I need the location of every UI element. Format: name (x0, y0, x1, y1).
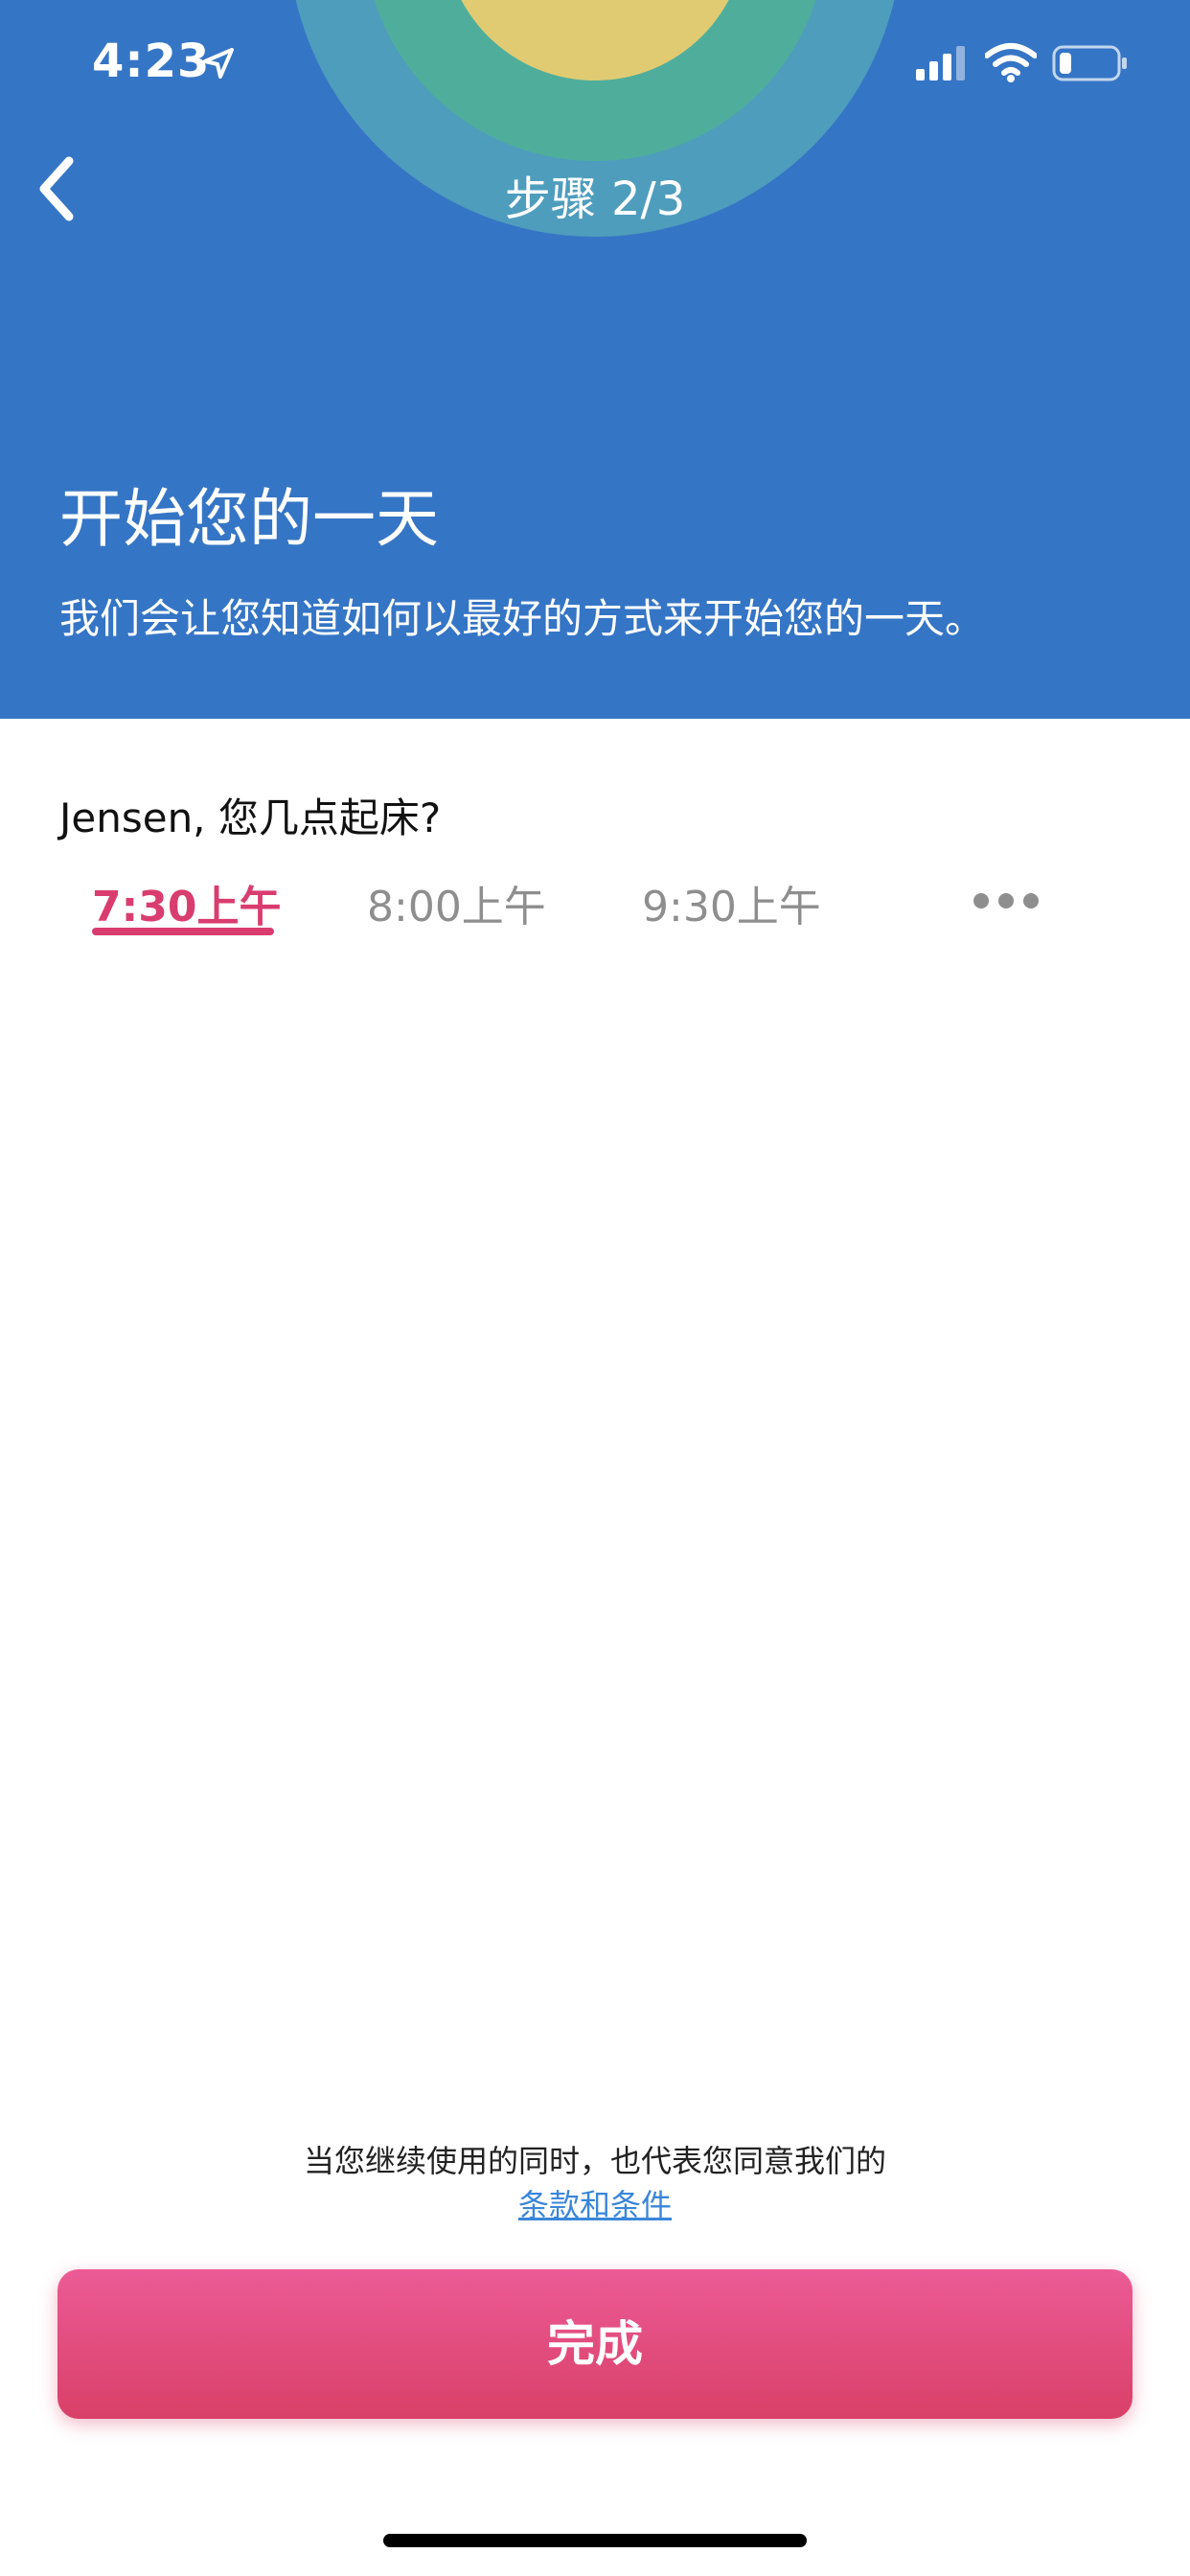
selected-underline (92, 928, 274, 935)
terms-notice: 当您继续使用的同时，也代表您同意我们的 (303, 2143, 886, 2179)
time-option-930[interactable]: 9:30上午 (642, 872, 821, 933)
status-time: 4:23 (92, 34, 211, 88)
location-arrow-icon (203, 48, 234, 79)
time-option-800[interactable]: 8:00上午 (367, 872, 546, 933)
battery-icon (1052, 45, 1127, 81)
terms-link-row: 条款和条件 (0, 2181, 1190, 2225)
step-title: 步骤 2/3 (504, 172, 686, 226)
wake-time-question: Jensen, 您几点起床? (59, 794, 442, 841)
page-subtitle: 我们会让您知道如何以最好的方式来开始您的一天。 (59, 595, 986, 642)
terms-link[interactable]: 条款和条件 (518, 2187, 672, 2223)
status-bar: 4:23 (0, 0, 1190, 126)
header-banner: 4:23 步骤 2/3 开始您的一天 我们会让您知道如何以最好的方式来开始您的一… (0, 0, 1190, 719)
more-options-button[interactable] (970, 882, 1042, 920)
time-option-730[interactable]: 7:30上午 (92, 872, 281, 933)
wifi-icon (985, 43, 1037, 82)
page-title: 开始您的一天 (59, 482, 439, 556)
signal-icon (916, 46, 965, 80)
done-button[interactable]: 完成 (57, 2269, 1133, 2419)
home-indicator (383, 2534, 807, 2547)
